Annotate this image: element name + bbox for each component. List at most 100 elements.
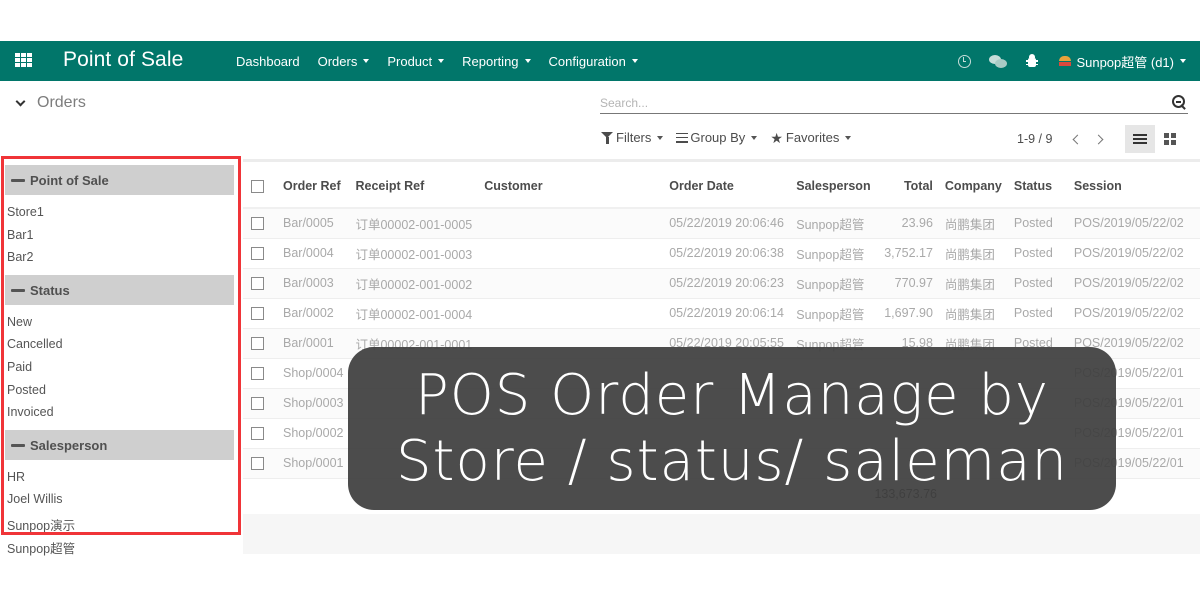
row-checkbox[interactable] bbox=[251, 337, 264, 351]
category-label: Status bbox=[30, 282, 70, 298]
column-header[interactable]: Status bbox=[1007, 165, 1068, 209]
user-menu[interactable]: Sunpop超管 (d1) bbox=[1049, 41, 1200, 81]
kanban-icon bbox=[1164, 133, 1176, 145]
favorites-label: Favorites bbox=[785, 130, 840, 145]
table-cell: POS/2019/05/22/02 bbox=[1067, 208, 1200, 239]
table-cell: Sunpop超管 bbox=[790, 238, 879, 269]
list-icon bbox=[1133, 134, 1147, 144]
category-value[interactable]: HR bbox=[7, 470, 25, 484]
column-header[interactable]: Customer bbox=[478, 165, 664, 209]
table-cell bbox=[478, 298, 664, 329]
search-input[interactable] bbox=[600, 94, 1160, 112]
category-value[interactable]: New bbox=[7, 315, 32, 329]
column-header[interactable]: Receipt Ref bbox=[349, 165, 479, 209]
pager-value[interactable]: 1-9 / 9 bbox=[1017, 132, 1052, 146]
column-header[interactable]: Salesperson bbox=[790, 165, 879, 209]
category-value[interactable]: Cancelled bbox=[7, 337, 63, 351]
row-checkbox[interactable] bbox=[251, 367, 264, 381]
table-cell: 订单00002-001-0003 bbox=[349, 238, 479, 269]
column-header[interactable]: Order Date bbox=[663, 165, 791, 209]
row-checkbox[interactable] bbox=[251, 217, 264, 231]
table-cell: POS/2019/05/22/02 bbox=[1067, 298, 1200, 329]
table-cell: Shop/0004 bbox=[277, 358, 350, 389]
table-cell: Shop/0001 bbox=[277, 448, 350, 479]
table-cell: Bar/0002 bbox=[277, 298, 350, 329]
category-value[interactable]: Invoiced bbox=[7, 405, 54, 419]
caret-down-icon bbox=[363, 59, 370, 63]
table-cell: 尚鹏集团 bbox=[938, 208, 1008, 239]
table-row[interactable]: Bar/0003 订单00002-001-0002 05/22/2019 20:06… bbox=[243, 268, 1200, 299]
category-value[interactable]: Posted bbox=[7, 383, 46, 397]
list-view-button[interactable] bbox=[1125, 125, 1155, 153]
category-value[interactable]: Sunpop演示 bbox=[7, 515, 75, 534]
caret-down-icon bbox=[631, 59, 638, 63]
category-header-point-of-sale[interactable]: Point of Sale bbox=[5, 165, 234, 195]
table-cell: Shop/0002 bbox=[277, 418, 350, 449]
column-header[interactable]: Order Ref bbox=[277, 165, 350, 209]
category-value[interactable]: Sunpop超管 bbox=[7, 538, 75, 557]
table-cell bbox=[478, 208, 664, 239]
minus-icon bbox=[11, 288, 25, 292]
row-select-cell bbox=[243, 208, 277, 239]
group-by-button[interactable]: Group By bbox=[676, 130, 758, 145]
table-cell: Posted bbox=[1007, 238, 1068, 269]
table-cell: Shop/0003 bbox=[277, 388, 350, 419]
row-checkbox[interactable] bbox=[251, 307, 264, 321]
table-header-row: Order Ref Receipt Ref Customer Order Dat… bbox=[243, 165, 1200, 209]
table-cell: Sunpop超管 bbox=[790, 268, 879, 299]
row-checkbox[interactable] bbox=[251, 247, 264, 261]
clock-icon bbox=[957, 54, 971, 68]
breadcrumb[interactable]: Orders bbox=[15, 94, 86, 112]
pager-next-button[interactable] bbox=[1088, 130, 1112, 148]
filters-label: Filters bbox=[616, 130, 652, 145]
table-cell: 05/22/2019 20:06:23 bbox=[663, 268, 791, 299]
filters-button[interactable]: Filters bbox=[601, 130, 664, 145]
row-select-cell bbox=[243, 268, 277, 299]
table-cell: POS/2019/05/22/02 bbox=[1067, 238, 1200, 269]
caret-down-icon bbox=[1180, 59, 1186, 63]
table-cell: Posted bbox=[1007, 268, 1068, 299]
table-cell: 订单00002-001-0004 bbox=[349, 298, 479, 329]
category-value[interactable]: Store1 bbox=[7, 205, 44, 219]
category-value[interactable]: Joel Willis bbox=[7, 492, 63, 506]
table-cell: 1,697.90 bbox=[878, 298, 939, 329]
menu-orders[interactable]: Orders bbox=[318, 54, 388, 69]
column-header[interactable]: Company bbox=[938, 165, 1008, 209]
activity-button[interactable] bbox=[947, 41, 981, 81]
debug-button[interactable] bbox=[1015, 41, 1049, 81]
app-brand[interactable]: Point of Sale bbox=[63, 48, 183, 72]
select-all-checkbox[interactable] bbox=[251, 180, 264, 194]
category-value[interactable]: Paid bbox=[7, 360, 32, 374]
table-cell: 订单00002-001-0002 bbox=[349, 268, 479, 299]
table-row[interactable]: Bar/0005 订单00002-001-0005 05/22/2019 20:06… bbox=[243, 208, 1200, 239]
favorites-button[interactable]: ★ Favorites bbox=[770, 130, 852, 145]
table-row[interactable]: Bar/0002 订单00002-001-0004 05/22/2019 20:06… bbox=[243, 298, 1200, 329]
chat-icon bbox=[989, 54, 1008, 68]
menu-reporting[interactable]: Reporting bbox=[462, 54, 548, 69]
table-row[interactable]: Bar/0004 订单00002-001-0003 05/22/2019 20:06… bbox=[243, 238, 1200, 269]
table-cell: 订单00002-001-0005 bbox=[349, 208, 479, 239]
search-icon[interactable] bbox=[1172, 95, 1186, 109]
category-value[interactable]: Bar2 bbox=[7, 250, 33, 264]
menu-product[interactable]: Product bbox=[387, 54, 462, 69]
apps-menu-icon[interactable] bbox=[15, 53, 32, 68]
menu-dashboard[interactable]: Dashboard bbox=[236, 54, 318, 69]
pager-previous-button[interactable] bbox=[1064, 130, 1088, 148]
menu-label: Orders bbox=[317, 53, 358, 69]
kanban-view-button[interactable] bbox=[1155, 125, 1185, 153]
messaging-button[interactable] bbox=[981, 41, 1015, 81]
category-header-status[interactable]: Status bbox=[5, 275, 234, 305]
row-checkbox[interactable] bbox=[251, 277, 264, 291]
row-checkbox[interactable] bbox=[251, 427, 264, 441]
bug-icon bbox=[1026, 54, 1039, 68]
menu-configuration[interactable]: Configuration bbox=[549, 54, 656, 69]
column-header[interactable]: Total bbox=[878, 165, 939, 209]
column-header[interactable]: Session bbox=[1067, 165, 1200, 209]
category-label: Salesperson bbox=[30, 437, 108, 453]
row-checkbox[interactable] bbox=[251, 457, 264, 471]
category-header-salesperson[interactable]: Salesperson bbox=[5, 430, 234, 460]
row-checkbox[interactable] bbox=[251, 397, 264, 411]
minus-icon bbox=[11, 178, 25, 182]
caret-down-icon bbox=[845, 135, 852, 140]
category-value[interactable]: Bar1 bbox=[7, 228, 33, 242]
